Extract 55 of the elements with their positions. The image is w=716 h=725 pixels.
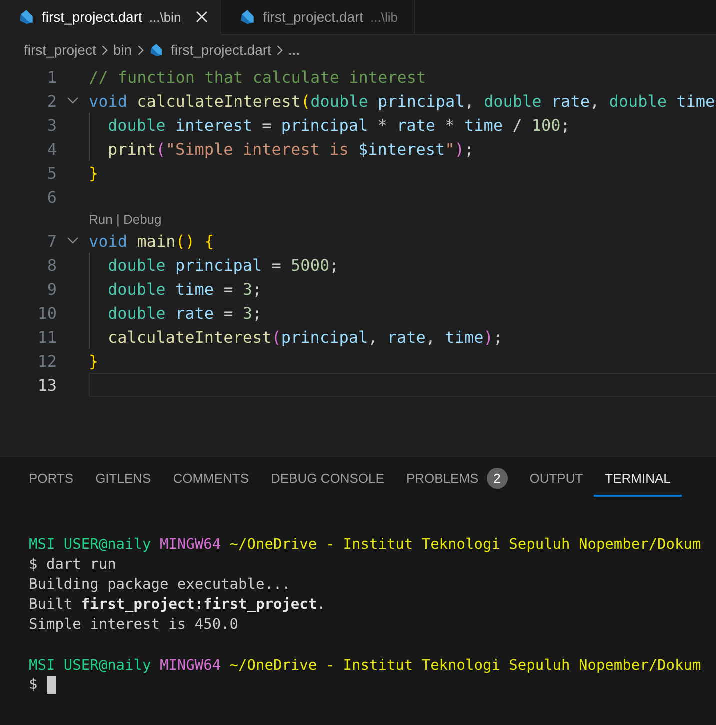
breadcrumb-item[interactable]: bin — [113, 42, 132, 58]
panel-tab[interactable]: PORTS — [18, 462, 85, 497]
terminal-line: Built first_project:first_project. — [29, 597, 326, 613]
close-icon[interactable] — [196, 11, 208, 23]
terminal-line: $ dart run — [29, 557, 116, 573]
line-number: 12 — [36, 352, 57, 370]
code-line: void calculateInterest(double principal, double rate, double time — [89, 92, 716, 110]
code-line: double principal = 5000; — [107, 256, 340, 274]
run-debug-codelens[interactable]: Run | Debug — [89, 212, 162, 226]
panel-tab[interactable]: COMMENTS — [162, 462, 260, 497]
dart-logo-icon — [239, 8, 256, 26]
breadcrumb-item[interactable]: first_project.dart — [171, 42, 272, 58]
line-number: 4 — [46, 140, 57, 158]
code-line: } — [89, 164, 99, 182]
code-line: } — [89, 352, 99, 370]
fold-chevron-icon[interactable] — [67, 237, 79, 245]
line-number: 10 — [36, 304, 57, 322]
terminal-line: Building package executable... — [29, 577, 291, 593]
panel-tab[interactable]: PROBLEMS 2 — [395, 462, 519, 497]
code-line: calculateInterest(principal, rate, time); — [107, 328, 503, 346]
terminal-line: $ — [29, 677, 38, 693]
breadcrumb-item[interactable]: first_project — [24, 42, 96, 58]
code-line: double rate = 3; — [107, 304, 262, 322]
line-number: 3 — [46, 116, 57, 134]
line-number: 5 — [46, 164, 57, 182]
fold-chevron-icon[interactable] — [67, 97, 79, 105]
panel-tab[interactable]: GITLENS — [84, 462, 162, 497]
line-number: 2 — [46, 92, 57, 110]
terminal-line: Simple interest is 450.0 — [29, 617, 239, 633]
code-line: print("Simple interest is $interest"); — [107, 140, 474, 158]
line-number: 9 — [46, 280, 57, 298]
code-line: void main() { — [89, 232, 214, 250]
line-number: 1 — [46, 68, 57, 86]
editor-tab[interactable]: first_project.dart ...\bin — [0, 0, 222, 35]
line-number: 13 — [36, 376, 57, 394]
line-number: 6 — [46, 188, 57, 206]
line-number: 7 — [46, 232, 57, 250]
chevron-right-icon — [137, 44, 144, 56]
panel-tab[interactable]: OUTPUT — [518, 462, 594, 497]
terminal-line: MSI USER@naily MINGW64 ~/OneDrive - Institut Teknologi Sepuluh Nopember/Dokum — [29, 537, 702, 553]
dart-logo-icon — [18, 8, 35, 26]
breadcrumb-item[interactable]: ... — [288, 42, 300, 58]
problems-count-badge: 2 — [486, 468, 508, 489]
chevron-right-icon — [276, 44, 284, 56]
dart-logo-icon — [149, 42, 164, 58]
panel-tab[interactable]: DEBUG CONSOLE — [260, 462, 396, 497]
editor-tab[interactable]: first_project.dart ...\lib — [221, 0, 416, 35]
line-number: 8 — [46, 256, 57, 274]
code-line: double time = 3; — [107, 280, 262, 298]
line-number: 11 — [36, 328, 57, 346]
code-line: // function that calculate interest — [89, 68, 426, 86]
terminal-line: MSI USER@naily MINGW64 ~/OneDrive - Institut Teknologi Sepuluh Nopember/Dokum — [29, 658, 702, 674]
chevron-right-icon — [101, 44, 108, 56]
code-line: double interest = principal * rate * time / 100; — [107, 116, 570, 134]
panel-tab[interactable]: TERMINAL — [594, 462, 682, 497]
